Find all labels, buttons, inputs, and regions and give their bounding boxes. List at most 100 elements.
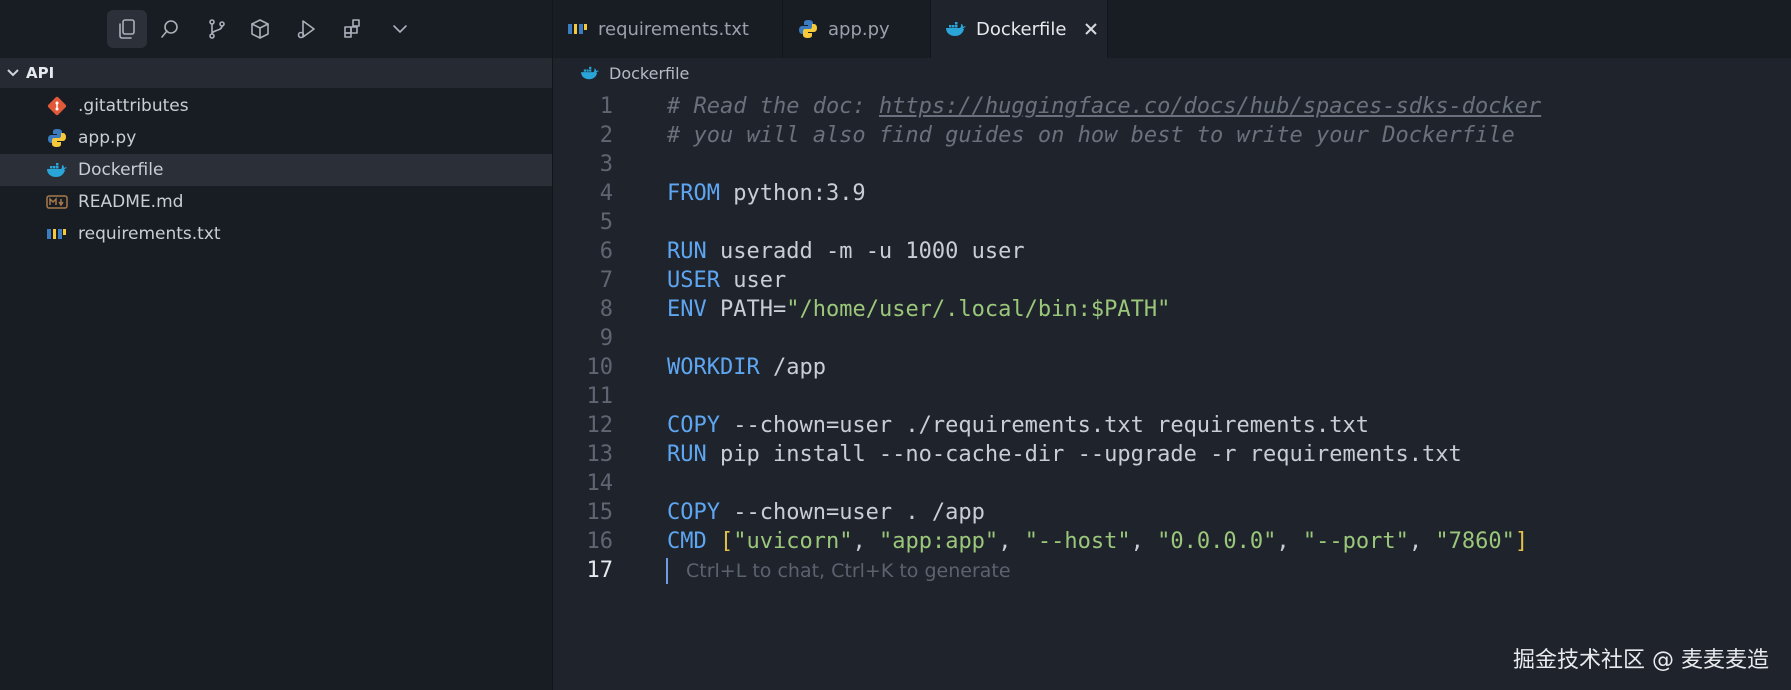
editor-window: API .gitattributes app.py Dockerfile REA… bbox=[0, 0, 1791, 690]
code-token: /app bbox=[759, 355, 826, 380]
source-control-button[interactable] bbox=[197, 10, 237, 48]
breadcrumb-file: Dockerfile bbox=[609, 63, 690, 83]
code-token: ] bbox=[1514, 529, 1529, 554]
line-number: 15 bbox=[586, 500, 614, 525]
code-token: "--port" bbox=[1302, 529, 1409, 554]
code-token: user bbox=[719, 268, 787, 293]
text-cursor bbox=[666, 558, 668, 584]
markdown-icon bbox=[46, 191, 68, 213]
code-text: RUN pip install --no-cache-dir --upgrade… bbox=[667, 442, 1462, 467]
code-token: , bbox=[998, 529, 1025, 554]
code-token: https://huggingface.co/docs/hub/spaces-s… bbox=[878, 94, 1542, 119]
code-editor[interactable]: 1 # Read the doc: https://huggingface.co/… bbox=[553, 90, 1791, 690]
code-token: WORKDIR bbox=[667, 355, 760, 380]
code-token: FROM bbox=[667, 181, 720, 206]
code-text: # you will also find guides on how best … bbox=[667, 123, 1515, 148]
watermark: 掘金技术社区 @ 麦麦麦造 bbox=[1513, 648, 1769, 673]
line-number: 8 bbox=[599, 297, 613, 322]
file-name: app.py bbox=[78, 128, 137, 148]
file-name: README.md bbox=[78, 192, 184, 212]
run-debug-icon bbox=[297, 20, 315, 39]
code-token: python:3.9 bbox=[719, 181, 866, 206]
code-token: RUN bbox=[667, 239, 707, 264]
code-token: COPY bbox=[667, 500, 720, 525]
cube-icon bbox=[251, 19, 269, 39]
close-icon bbox=[1085, 23, 1098, 35]
explorer-button[interactable] bbox=[107, 10, 147, 48]
code-token: , bbox=[1130, 529, 1158, 554]
docker-icon bbox=[580, 63, 600, 83]
code-token: "app:app" bbox=[878, 529, 999, 554]
line-number: 12 bbox=[586, 413, 614, 438]
python-icon bbox=[797, 18, 819, 40]
more-views-button[interactable] bbox=[380, 10, 420, 48]
tab-requirements[interactable]: requirements.txt bbox=[553, 0, 783, 58]
file-item-dockerfile[interactable]: Dockerfile bbox=[0, 154, 552, 186]
line-number: 17 bbox=[586, 558, 614, 583]
code-token: # Read the doc: bbox=[667, 94, 879, 119]
code-token: pip install --no-cache-dir --upgrade -r … bbox=[706, 442, 1462, 467]
code-text: COPY --chown=user ./requirements.txt req… bbox=[667, 413, 1369, 438]
tab-label: app.py bbox=[828, 18, 890, 40]
code-token: "7860" bbox=[1435, 529, 1515, 554]
code-token: , bbox=[1408, 529, 1436, 554]
run-debug-button[interactable] bbox=[287, 10, 327, 48]
line-number: 11 bbox=[586, 384, 614, 409]
line-number: 3 bbox=[599, 152, 613, 177]
code-token: --chown=user ./requirements.txt requirem… bbox=[719, 413, 1369, 438]
line-number: 9 bbox=[599, 326, 613, 351]
line-number: 14 bbox=[586, 471, 614, 496]
line-number: 13 bbox=[586, 442, 614, 467]
folder-header[interactable]: API bbox=[0, 58, 552, 88]
line-number: 6 bbox=[599, 239, 613, 264]
file-item-app-py[interactable]: app.py bbox=[0, 122, 552, 154]
docker-icon bbox=[945, 18, 967, 40]
file-name: .gitattributes bbox=[78, 96, 189, 116]
tab-label: Dockerfile bbox=[976, 18, 1067, 40]
extensions-cube-button[interactable] bbox=[240, 10, 280, 48]
file-name: Dockerfile bbox=[78, 160, 164, 180]
code-token: # you will also find guides on how best … bbox=[667, 123, 1515, 148]
code-token: "uvicorn" bbox=[733, 529, 853, 554]
chevron-down-icon bbox=[393, 25, 407, 33]
line-number: 7 bbox=[599, 268, 613, 293]
search-icon bbox=[161, 20, 178, 38]
file-item-readme[interactable]: README.md bbox=[0, 186, 552, 218]
code-text: COPY --chown=user . /app bbox=[667, 500, 985, 525]
extensions-button[interactable] bbox=[333, 10, 373, 48]
line-number: 16 bbox=[586, 529, 614, 554]
tab-app-py[interactable]: app.py bbox=[783, 0, 931, 58]
tab-label: requirements.txt bbox=[598, 18, 749, 40]
code-token: USER bbox=[667, 268, 720, 293]
file-item-gitattributes[interactable]: .gitattributes bbox=[0, 90, 552, 122]
line-number: 4 bbox=[599, 181, 613, 206]
line-number: 10 bbox=[586, 355, 614, 380]
ai-hint-text: Ctrl+L to chat, Ctrl+K to generate bbox=[686, 559, 1011, 582]
code-token: "/home/user/.local/bin:$PATH" bbox=[786, 297, 1171, 322]
pip-icon bbox=[567, 18, 589, 40]
close-tab-button[interactable] bbox=[1080, 18, 1102, 40]
code-text: WORKDIR /app bbox=[667, 355, 826, 380]
git-branch-icon bbox=[209, 19, 225, 39]
file-item-requirements[interactable]: requirements.txt bbox=[0, 218, 552, 250]
sidebar: API .gitattributes app.py Dockerfile REA… bbox=[0, 0, 553, 690]
extensions-icon bbox=[344, 19, 360, 38]
code-token: "--host" bbox=[1024, 529, 1131, 554]
tab-bar: requirements.txt app.py Dockerfile bbox=[553, 0, 1791, 58]
code-line[interactable]: 17 Ctrl+L to chat, Ctrl+K to generate bbox=[553, 554, 1791, 587]
code-text: CMD ["uvicorn", "app:app", "--host", "0.… bbox=[667, 529, 1528, 554]
code-token: COPY bbox=[667, 413, 720, 438]
code-token: --chown=user . /app bbox=[719, 500, 985, 525]
code-text: # Read the doc: https://huggingface.co/d… bbox=[667, 94, 1541, 119]
folder-name: API bbox=[26, 64, 55, 82]
file-name: requirements.txt bbox=[78, 224, 221, 244]
breadcrumb[interactable]: Dockerfile bbox=[553, 58, 1791, 88]
code-token: PATH= bbox=[706, 297, 787, 322]
tab-dockerfile[interactable]: Dockerfile bbox=[931, 0, 1108, 58]
code-text: ENV PATH="/home/user/.local/bin:$PATH" bbox=[667, 297, 1170, 322]
search-button[interactable] bbox=[150, 10, 190, 48]
chevron-down-icon bbox=[0, 66, 26, 80]
activity-bar bbox=[0, 0, 552, 58]
code-token: [ bbox=[720, 529, 734, 554]
